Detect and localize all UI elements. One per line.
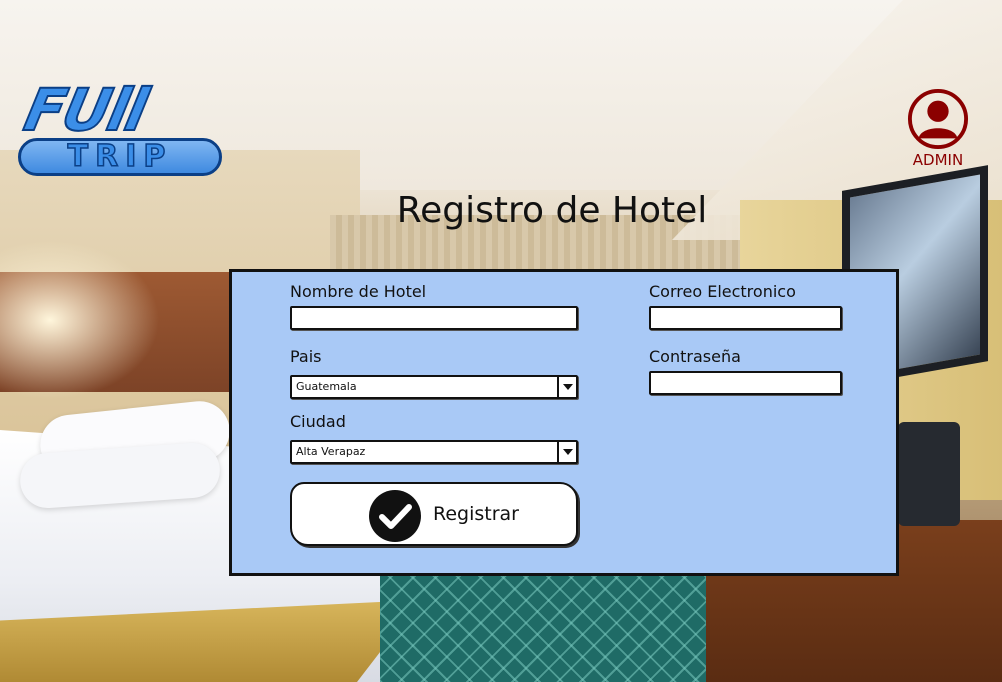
logo-line-1: FUll	[18, 75, 153, 145]
coffee-maker	[898, 422, 960, 526]
register-button[interactable]: Registrar	[290, 482, 578, 546]
email-label: Correo Electronico	[649, 282, 796, 301]
full-trip-logo: FUll TRIP	[18, 75, 228, 182]
chevron-down-icon	[562, 449, 573, 455]
register-button-label: Registrar	[433, 503, 519, 525]
lamp-glow	[0, 240, 160, 400]
user-avatar-icon	[907, 88, 969, 150]
email-input[interactable]	[649, 306, 842, 330]
admin-label: ADMIN	[912, 151, 964, 169]
hotel-name-label: Nombre de Hotel	[290, 282, 427, 301]
city-select[interactable]: Alta Verapaz	[290, 440, 578, 464]
city-label: Ciudad	[290, 412, 346, 431]
city-selected-value: Alta Verapaz	[296, 445, 366, 458]
chevron-down-icon	[562, 384, 573, 390]
city-dropdown-arrow[interactable]	[557, 442, 576, 462]
admin-profile-button[interactable]: ADMIN	[905, 88, 971, 172]
hotel-name-input[interactable]	[290, 306, 578, 330]
carpet	[380, 560, 740, 682]
password-input[interactable]	[649, 371, 842, 395]
country-label: Pais	[290, 347, 322, 366]
logo-badge: TRIP	[18, 138, 222, 176]
hotel-registration-form: Nombre de Hotel Pais Guatemala Ciudad Al…	[229, 269, 899, 576]
country-dropdown-arrow[interactable]	[557, 377, 576, 397]
page-title: Registro de Hotel	[396, 190, 708, 231]
logo-line-2: TRIP	[67, 139, 173, 174]
password-label: Contraseña	[649, 347, 741, 366]
country-select[interactable]: Guatemala	[290, 375, 578, 399]
country-selected-value: Guatemala	[296, 380, 357, 393]
checkmark-icon	[369, 490, 421, 542]
